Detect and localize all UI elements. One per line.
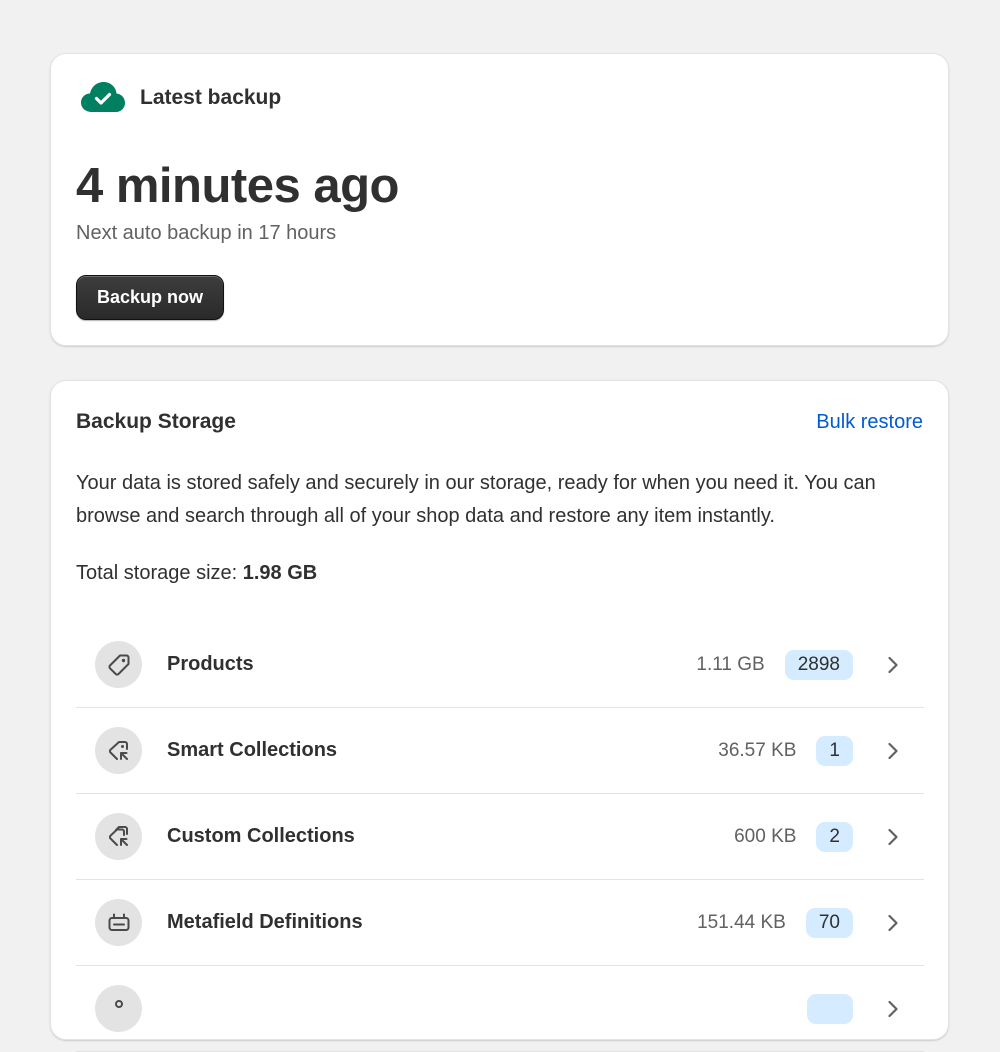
item-icon [95, 985, 142, 1032]
storage-row-products[interactable]: Products 1.11 GB 2898 [76, 622, 924, 708]
latest-backup-time: 4 minutes ago [76, 159, 399, 213]
next-backup-text: Next auto backup in 17 hours [76, 222, 337, 244]
storage-row-label: Custom Collections [167, 825, 355, 847]
latest-backup-header: Latest backup [80, 80, 281, 116]
total-storage-size: Total storage size: 1.98 GB [76, 562, 317, 585]
tag-icon [95, 641, 142, 688]
storage-row-meta: 1.11 GB 2898 [696, 649, 899, 680]
storage-row-size: 151.44 KB [697, 911, 786, 933]
count-badge: 70 [805, 907, 853, 938]
storage-row-size: 36.57 KB [718, 739, 797, 761]
count-badge [807, 993, 853, 1024]
custom-collection-icon [95, 813, 142, 860]
storage-row-label: Smart Collections [167, 739, 338, 761]
storage-row-custom-collections[interactable]: Custom Collections 600 KB 2 [76, 794, 924, 880]
storage-row-size: 600 KB [734, 825, 797, 847]
storage-row-meta: 151.44 KB 70 [697, 907, 899, 938]
count-badge: 2898 [784, 649, 853, 680]
storage-row-meta: 36.57 KB 1 [718, 735, 899, 766]
total-storage-value: 1.98 GB [242, 562, 318, 584]
storage-row-size: 1.11 GB [696, 653, 765, 675]
chevron-right-icon [888, 742, 898, 759]
storage-row-partial[interactable] [76, 966, 924, 1052]
total-storage-label: Total storage size: [76, 562, 243, 584]
latest-backup-card: Latest backup 4 minutes ago Next auto ba… [50, 53, 949, 346]
storage-row-meta: 600 KB 2 [734, 821, 899, 852]
metafield-icon [95, 899, 142, 946]
chevron-right-icon [888, 1000, 898, 1017]
chevron-right-icon [888, 914, 898, 931]
backup-storage-title: Backup Storage [76, 410, 236, 433]
storage-description: Your data is stored safely and securely … [76, 472, 876, 527]
chevron-right-icon [888, 828, 898, 845]
backup-now-button[interactable]: Backup now [76, 275, 224, 320]
bulk-restore-link[interactable]: Bulk restore [816, 411, 923, 434]
storage-list: Products 1.11 GB 2898 Smart Collections … [76, 622, 924, 1052]
count-badge: 1 [816, 735, 853, 766]
storage-row-label: Products [167, 653, 254, 675]
chevron-right-icon [888, 656, 898, 673]
cloud-check-icon [81, 82, 125, 112]
smart-collection-icon [95, 727, 142, 774]
storage-row-metafield-definitions[interactable]: Metafield Definitions 151.44 KB 70 [76, 880, 924, 966]
latest-backup-title: Latest backup [140, 86, 282, 109]
storage-row-label: Metafield Definitions [167, 911, 363, 933]
count-badge: 2 [816, 821, 853, 852]
storage-row-smart-collections[interactable]: Smart Collections 36.57 KB 1 [76, 708, 924, 794]
storage-row-meta [787, 993, 899, 1024]
backup-storage-card: Backup Storage Bulk restore Your data is… [50, 380, 949, 1052]
